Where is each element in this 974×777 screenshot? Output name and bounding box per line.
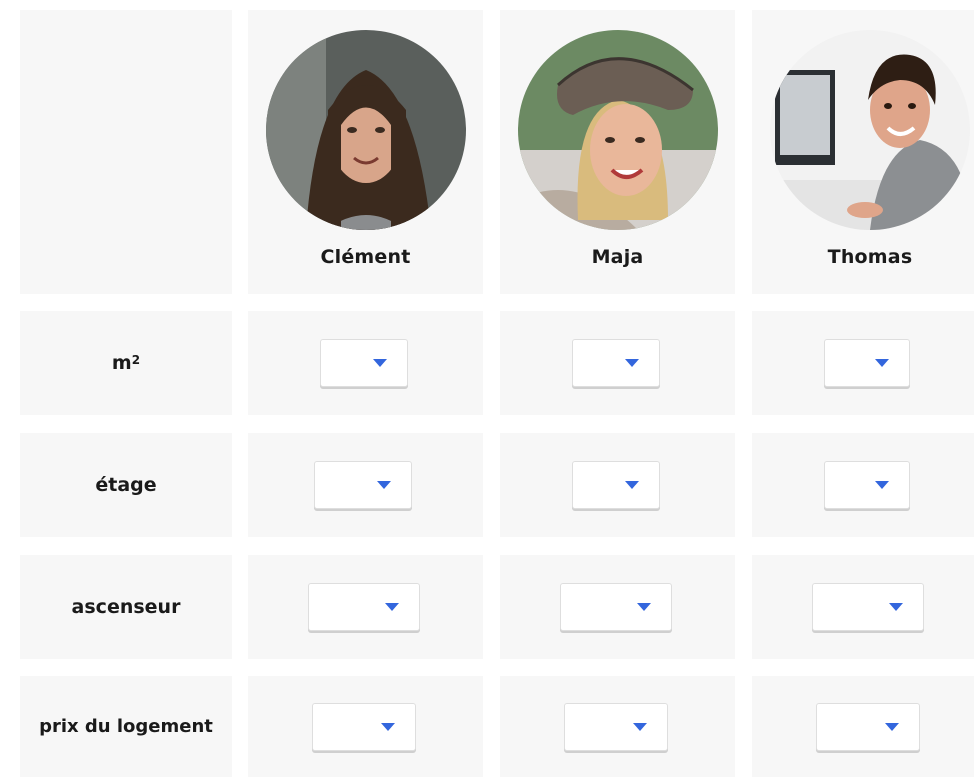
select-cell-maja-floor [500, 433, 735, 537]
person-header-thomas: Thomas [752, 10, 974, 294]
caret-down-icon [637, 603, 651, 611]
caret-down-icon [381, 722, 395, 731]
caret-down-icon [875, 481, 889, 489]
select-cell-clement-surface [248, 311, 483, 415]
dropdown-maja-elevator[interactable] [560, 583, 672, 631]
avatar-clement [265, 30, 466, 230]
avatar-maja [517, 30, 718, 230]
caret-down-icon [885, 722, 899, 731]
dropdown-clement-price[interactable] [312, 702, 416, 751]
select-cell-thomas-price [752, 676, 974, 777]
select-cell-thomas-surface [752, 311, 974, 415]
row-label-price: prix du logement [39, 716, 213, 737]
row-label-cell-price: prix du logement [20, 676, 232, 777]
dropdown-clement-surface[interactable] [320, 339, 408, 387]
row-label-cell-elevator: ascenseur [20, 555, 232, 659]
dropdown-clement-floor[interactable] [314, 461, 412, 509]
row-label-floor: étage [95, 474, 157, 496]
caret-down-icon [633, 722, 647, 731]
caret-down-icon [377, 481, 391, 489]
person-name-thomas: Thomas [827, 246, 913, 268]
select-cell-clement-elevator [248, 555, 483, 659]
dropdown-maja-surface[interactable] [572, 339, 660, 387]
person-photo-thomas-icon [770, 30, 970, 230]
dropdown-thomas-elevator[interactable] [812, 583, 924, 631]
row-label-cell-floor: étage [20, 433, 232, 537]
caret-down-icon [889, 603, 903, 611]
select-cell-thomas-floor [752, 433, 974, 537]
person-name-maja: Maja [591, 246, 644, 268]
select-cell-thomas-elevator [752, 555, 974, 659]
caret-down-icon [625, 481, 639, 489]
row-label-cell-surface: m2 [20, 311, 232, 415]
select-cell-maja-price [500, 676, 735, 777]
row-label-surface: m2 [111, 352, 141, 374]
select-cell-clement-price [248, 676, 483, 777]
dropdown-clement-elevator[interactable] [308, 583, 420, 631]
person-name-clement: Clément [320, 246, 411, 268]
dropdown-thomas-floor[interactable] [824, 461, 910, 509]
row-label-elevator: ascenseur [71, 596, 181, 618]
dropdown-maja-floor[interactable] [572, 461, 660, 509]
dropdown-thomas-surface[interactable] [824, 339, 910, 387]
person-photo-clement-icon [265, 30, 466, 230]
select-cell-clement-floor [248, 433, 483, 537]
person-photo-maja-icon [517, 30, 718, 230]
avatar-thomas [770, 30, 970, 230]
dropdown-thomas-price[interactable] [816, 702, 920, 751]
caret-down-icon [875, 359, 889, 367]
header-empty-cell [20, 10, 232, 294]
person-header-maja: Maja [500, 10, 735, 294]
caret-down-icon [625, 359, 639, 367]
caret-down-icon [385, 603, 399, 611]
select-cell-maja-elevator [500, 555, 735, 659]
caret-down-icon [373, 359, 387, 367]
dropdown-maja-price[interactable] [564, 702, 668, 751]
select-cell-maja-surface [500, 311, 735, 415]
person-header-clement: Clément [248, 10, 483, 294]
